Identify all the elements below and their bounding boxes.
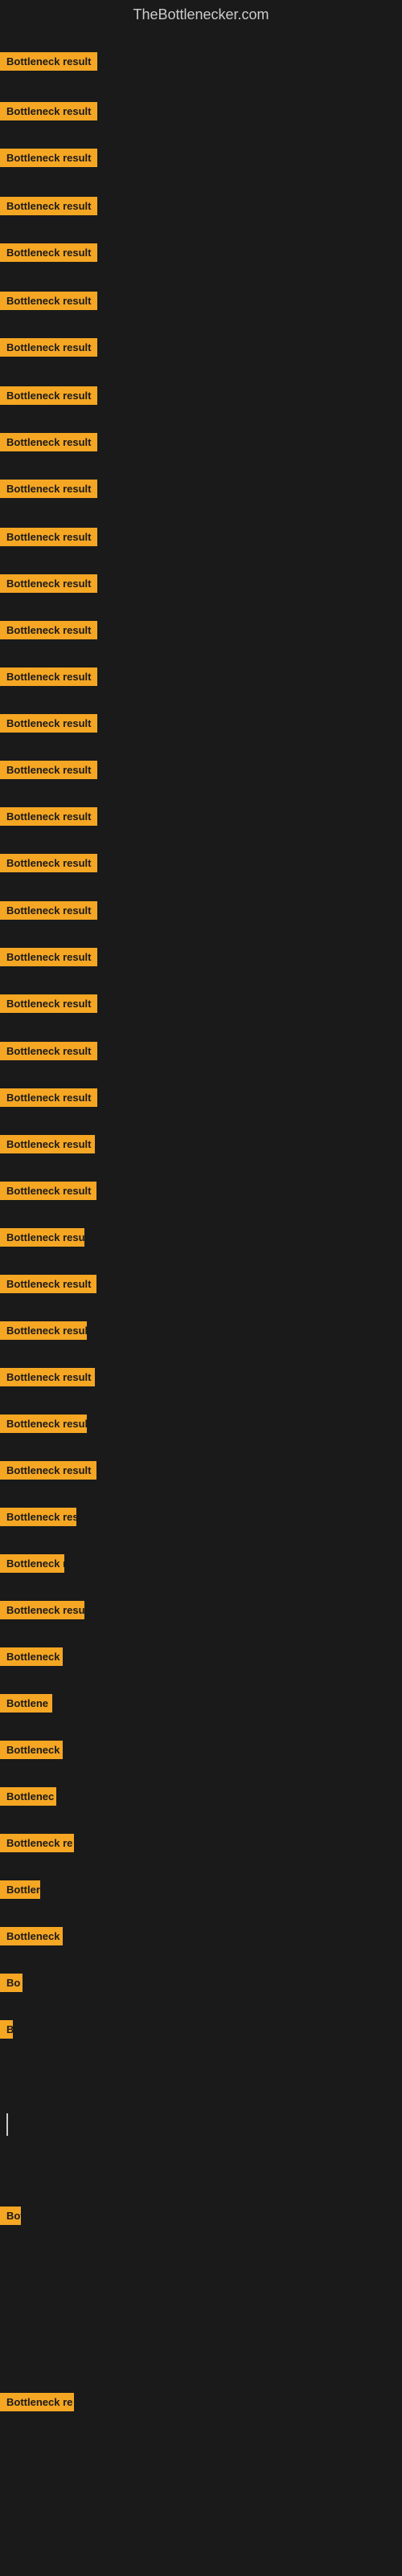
bottleneck-item-8[interactable]: Bottleneck result <box>0 386 97 409</box>
bottleneck-badge-42: Bo <box>0 1974 23 1992</box>
bottleneck-item-34[interactable]: Bottleneck resul <box>0 1601 84 1623</box>
bottleneck-item-22[interactable]: Bottleneck result <box>0 1042 97 1064</box>
bottleneck-badge-43: B <box>0 2020 13 2039</box>
bottleneck-badge-23: Bottleneck result <box>0 1088 97 1107</box>
bottleneck-badge-10: Bottleneck result <box>0 480 97 498</box>
bottleneck-badge-16: Bottleneck result <box>0 761 97 779</box>
bottleneck-item-6[interactable]: Bottleneck result <box>0 292 97 314</box>
bottleneck-badge-40: Bottler <box>0 1880 40 1899</box>
bottleneck-item-15[interactable]: Bottleneck result <box>0 714 97 737</box>
bottleneck-badge-37: Bottleneck <box>0 1741 63 1759</box>
bottleneck-badge-15: Bottleneck result <box>0 714 97 733</box>
bottleneck-badge-51: Bottleneck re <box>0 2393 74 2411</box>
bottleneck-badge-41: Bottleneck <box>0 1927 63 1945</box>
bottleneck-item-21[interactable]: Bottleneck result <box>0 994 97 1017</box>
bottleneck-badge-19: Bottleneck result <box>0 901 97 920</box>
bottleneck-badge-3: Bottleneck result <box>0 149 97 167</box>
bottleneck-item-40[interactable]: Bottler <box>0 1880 40 1903</box>
bottleneck-item-43[interactable]: B <box>0 2020 13 2043</box>
bottleneck-badge-28: Bottleneck result <box>0 1321 87 1340</box>
bottleneck-badge-17: Bottleneck result <box>0 807 97 826</box>
bottleneck-item-32[interactable]: Bottleneck result <box>0 1508 76 1530</box>
bottleneck-badge-13: Bottleneck result <box>0 621 97 639</box>
bottleneck-item-3[interactable]: Bottleneck result <box>0 149 97 171</box>
bottleneck-badge-18: Bottleneck result <box>0 854 97 872</box>
bottleneck-badge-35: Bottleneck <box>0 1647 63 1666</box>
bottleneck-item-13[interactable]: Bottleneck result <box>0 621 97 643</box>
bottleneck-badge-5: Bottleneck result <box>0 243 97 262</box>
bottleneck-item-19[interactable]: Bottleneck result <box>0 901 97 924</box>
bottleneck-item-35[interactable]: Bottleneck <box>0 1647 63 1670</box>
bottleneck-badge-20: Bottleneck result <box>0 948 97 966</box>
cursor-line <box>6 2113 8 2136</box>
bottleneck-item-38[interactable]: Bottlenec <box>0 1787 56 1810</box>
bottleneck-badge-29: Bottleneck result <box>0 1368 95 1386</box>
bottleneck-badge-25: Bottleneck result <box>0 1182 96 1200</box>
bottleneck-item-51[interactable]: Bottleneck re <box>0 2393 74 2415</box>
bottleneck-badge-34: Bottleneck resul <box>0 1601 84 1619</box>
bottleneck-badge-7: Bottleneck result <box>0 338 97 357</box>
bottleneck-item-28[interactable]: Bottleneck result <box>0 1321 87 1344</box>
bottleneck-item-10[interactable]: Bottleneck result <box>0 480 97 502</box>
bottleneck-item-12[interactable]: Bottleneck result <box>0 574 97 597</box>
bottleneck-item-31[interactable]: Bottleneck result <box>0 1461 96 1484</box>
bottleneck-item-20[interactable]: Bottleneck result <box>0 948 97 970</box>
bottleneck-badge-32: Bottleneck result <box>0 1508 76 1526</box>
bottleneck-item-33[interactable]: Bottleneck r <box>0 1554 64 1577</box>
bottleneck-item-37[interactable]: Bottleneck <box>0 1741 63 1763</box>
bottleneck-item-27[interactable]: Bottleneck result <box>0 1275 96 1297</box>
bottleneck-badge-47: Bot <box>0 2207 21 2225</box>
bottleneck-badge-26: Bottleneck result <box>0 1228 84 1247</box>
bottleneck-badge-21: Bottleneck result <box>0 994 97 1013</box>
bottleneck-badge-11: Bottleneck result <box>0 528 97 546</box>
bottleneck-badge-8: Bottleneck result <box>0 386 97 405</box>
bottleneck-item-18[interactable]: Bottleneck result <box>0 854 97 876</box>
bottleneck-item-11[interactable]: Bottleneck result <box>0 528 97 550</box>
bottleneck-item-16[interactable]: Bottleneck result <box>0 761 97 783</box>
bottleneck-badge-2: Bottleneck result <box>0 102 97 120</box>
bottleneck-item-42[interactable]: Bo <box>0 1974 23 1996</box>
bottleneck-badge-4: Bottleneck result <box>0 197 97 215</box>
bottleneck-item-17[interactable]: Bottleneck result <box>0 807 97 830</box>
bottleneck-badge-14: Bottleneck result <box>0 667 97 686</box>
bottleneck-badge-27: Bottleneck result <box>0 1275 96 1293</box>
bottleneck-badge-33: Bottleneck r <box>0 1554 64 1573</box>
bottleneck-item-30[interactable]: Bottleneck result <box>0 1415 87 1437</box>
bottleneck-item-39[interactable]: Bottleneck re <box>0 1834 74 1856</box>
bottleneck-item-5[interactable]: Bottleneck result <box>0 243 97 266</box>
bottleneck-badge-9: Bottleneck result <box>0 433 97 451</box>
bottleneck-item-25[interactable]: Bottleneck result <box>0 1182 96 1204</box>
bottleneck-item-24[interactable]: Bottleneck result <box>0 1135 95 1157</box>
site-title: TheBottlenecker.com <box>0 0 402 30</box>
bottleneck-item-23[interactable]: Bottleneck result <box>0 1088 97 1111</box>
bottleneck-badge-24: Bottleneck result <box>0 1135 95 1153</box>
bottleneck-item-29[interactable]: Bottleneck result <box>0 1368 95 1390</box>
bottleneck-badge-1: Bottleneck result <box>0 52 97 71</box>
bottleneck-item-41[interactable]: Bottleneck <box>0 1927 63 1949</box>
bottleneck-badge-38: Bottlenec <box>0 1787 56 1806</box>
bottleneck-item-36[interactable]: Bottlene <box>0 1694 52 1717</box>
bottleneck-item-4[interactable]: Bottleneck result <box>0 197 97 219</box>
bottleneck-badge-6: Bottleneck result <box>0 292 97 310</box>
bottleneck-item-2[interactable]: Bottleneck result <box>0 102 97 125</box>
bottleneck-badge-30: Bottleneck result <box>0 1415 87 1433</box>
bottleneck-badge-31: Bottleneck result <box>0 1461 96 1480</box>
bottleneck-item-9[interactable]: Bottleneck result <box>0 433 97 455</box>
bottleneck-item-47[interactable]: Bot <box>0 2207 21 2229</box>
bottleneck-badge-12: Bottleneck result <box>0 574 97 593</box>
bottleneck-item-7[interactable]: Bottleneck result <box>0 338 97 361</box>
bottleneck-item-14[interactable]: Bottleneck result <box>0 667 97 690</box>
bottleneck-item-1[interactable]: Bottleneck result <box>0 52 97 75</box>
bottleneck-badge-22: Bottleneck result <box>0 1042 97 1060</box>
bottleneck-item-26[interactable]: Bottleneck result <box>0 1228 84 1251</box>
bottleneck-badge-39: Bottleneck re <box>0 1834 74 1852</box>
bottleneck-badge-36: Bottlene <box>0 1694 52 1713</box>
